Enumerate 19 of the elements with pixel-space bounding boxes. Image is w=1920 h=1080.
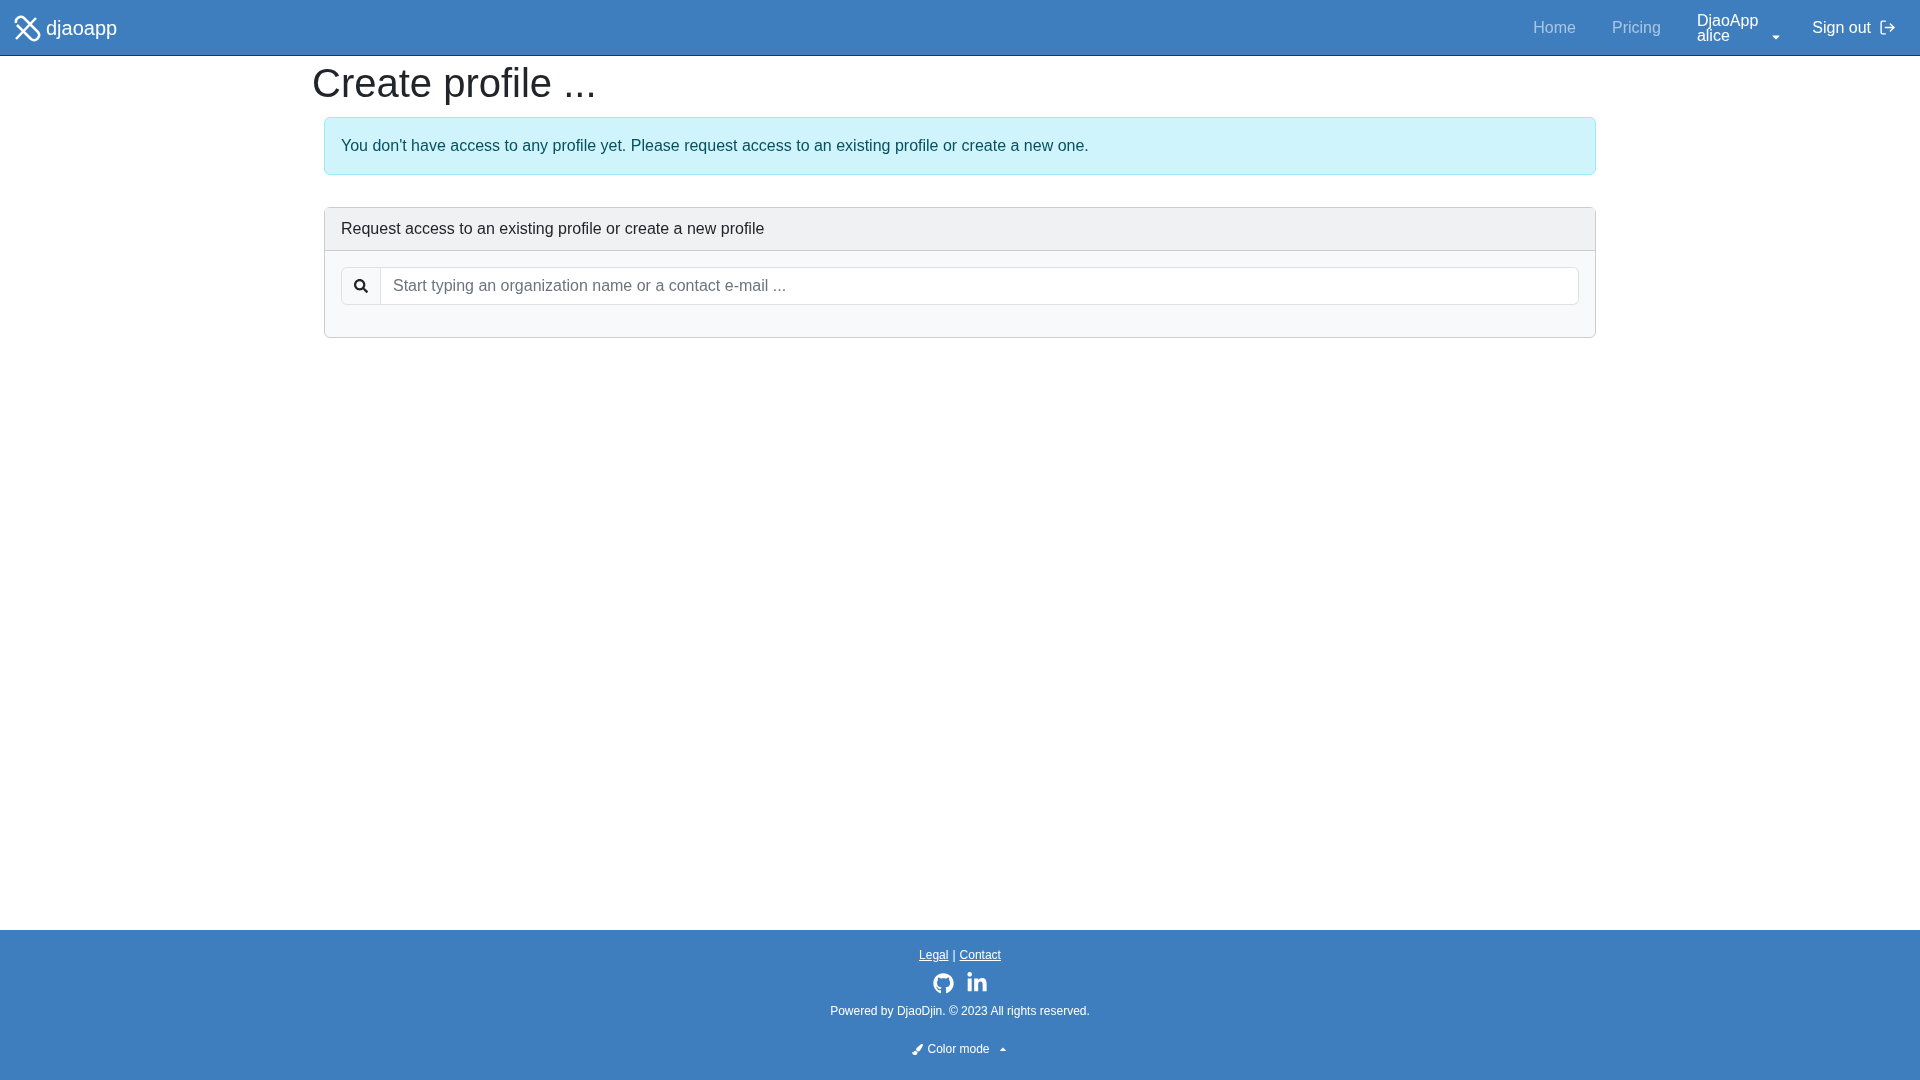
- sign-out-icon: [1879, 19, 1896, 36]
- search-field[interactable]: Start typing an organization name or a contact e-mail ...: [381, 267, 1579, 305]
- page-title: Create profile ...: [312, 60, 598, 107]
- search-icon: [354, 279, 368, 293]
- sign-out-button[interactable]: Sign out: [1800, 15, 1908, 40]
- footer-link[interactable]: Contact: [959, 946, 1001, 964]
- copyright-text: Powered by DjaoDjin. © 2023 All rights reserved.: [830, 1003, 1090, 1020]
- linkedin-icon[interactable]: [965, 972, 988, 994]
- github-icon[interactable]: [932, 972, 954, 994]
- card-header: Request access to an existing profile or create a new profile: [325, 208, 1595, 251]
- account-dropdown[interactable]: DjaoApp alice: [1678, 12, 1801, 43]
- color-mode-button[interactable]: Color mode: [912, 1040, 1008, 1058]
- nav-link[interactable]: Home: [1515, 15, 1594, 40]
- brush-icon: [912, 1043, 924, 1055]
- footer-link[interactable]: Legal: [919, 946, 949, 964]
- info-alert: You don't have access to any profile yet. Please request access to an existing profile or create a new one.: [324, 117, 1596, 175]
- nav-link[interactable]: Pricing: [1594, 15, 1679, 40]
- brand-link[interactable]: djaoapp: [12, 12, 118, 43]
- separator: |: [952, 947, 956, 964]
